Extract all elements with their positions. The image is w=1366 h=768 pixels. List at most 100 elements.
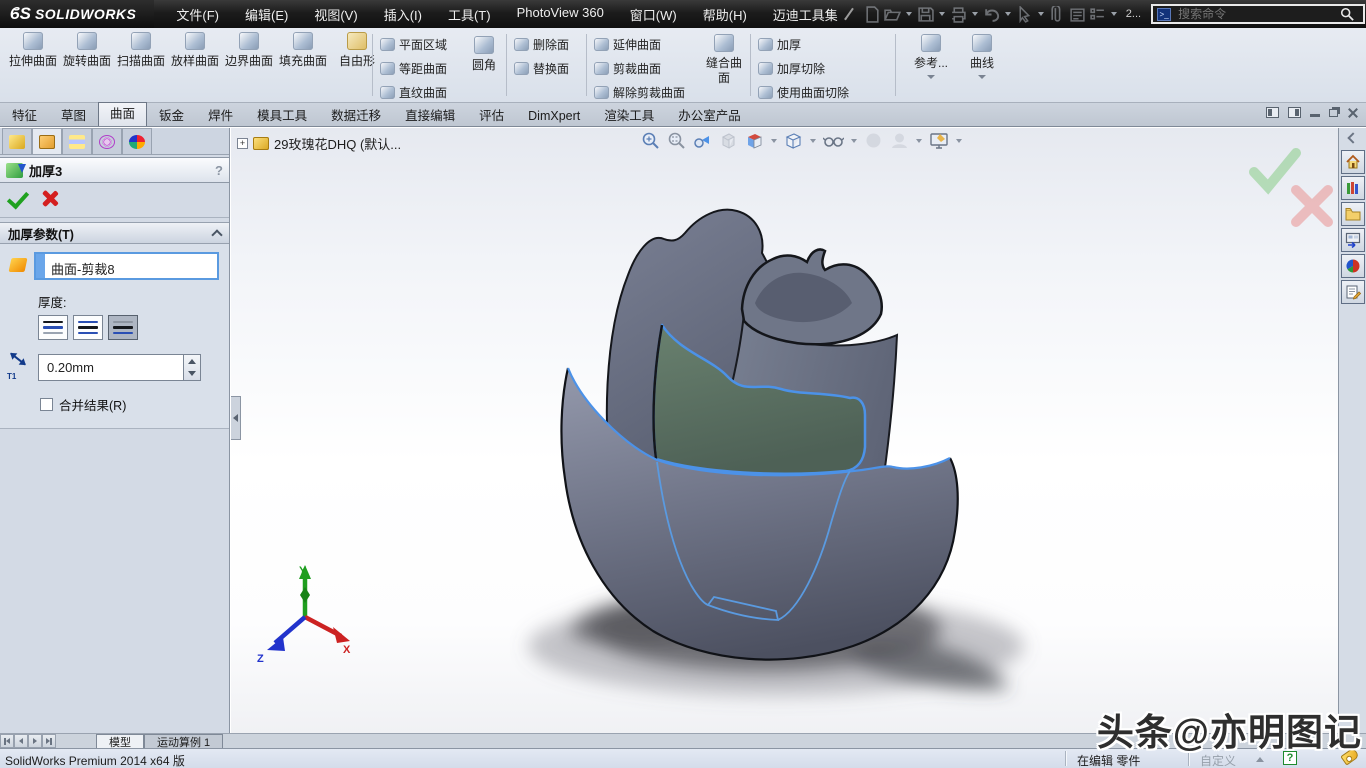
configuration-manager-tab[interactable] [62,128,92,154]
model-tab[interactable]: 模型 [96,734,144,748]
file-explorer-button[interactable] [1341,202,1365,226]
design-library-button[interactable] [1341,176,1365,200]
select-caret-icon[interactable] [1038,12,1044,16]
print-caret-icon[interactable] [972,12,978,16]
apply-scene-icon[interactable] [890,131,909,150]
appearances-button[interactable] [1341,254,1365,278]
lofted-surface-button[interactable]: 放样曲面 [170,32,220,69]
tab-office-products[interactable]: 办公室产品 [666,105,753,126]
options-list-icon[interactable] [1089,6,1106,23]
more-commands-label[interactable]: 2... [1126,8,1141,20]
tab-sheet-metal[interactable]: 钣金 [147,105,196,126]
save-icon[interactable] [917,6,934,23]
cut-with-surface-button[interactable]: 使用曲面切除 [758,84,849,101]
thicken-side2-button[interactable] [108,315,138,340]
new-document-icon[interactable] [864,6,881,23]
edit-appearance-icon[interactable] [864,131,883,150]
zoom-fit-icon[interactable] [641,131,660,150]
open-icon[interactable] [884,6,901,23]
tree-expand-icon[interactable]: + [237,138,248,149]
options-caret-icon[interactable] [1111,12,1117,16]
planar-surface-button[interactable]: 平面区域 [380,36,447,53]
menu-file[interactable]: 文件(F) [176,5,219,24]
previous-view-icon[interactable] [693,131,712,150]
delete-face-button[interactable]: 删除面 [514,36,569,53]
doc-minimize-icon[interactable] [1310,114,1320,117]
pm-help-icon[interactable]: ? [215,163,223,178]
open-caret-icon[interactable] [906,12,912,16]
curves-button[interactable]: 曲线 [962,34,1002,79]
display-manager-tab[interactable] [122,128,152,154]
collapse-pane-left-icon[interactable] [1266,107,1279,118]
menu-tools[interactable]: 工具(T) [448,5,491,24]
freeform-button[interactable]: 自由形 [332,32,382,69]
doc-close-icon[interactable] [1347,107,1358,118]
rose-surface-model[interactable] [231,128,1338,733]
resources-button[interactable] [1341,150,1365,174]
trim-surface-button[interactable]: 剪裁曲面 [594,60,661,77]
custom-properties-button[interactable] [1341,280,1365,304]
doc-restore-icon[interactable] [1329,109,1338,117]
fillet-button[interactable]: 圆角 [464,36,504,73]
undo-caret-icon[interactable] [1005,12,1011,16]
next-tab-button[interactable] [28,734,42,748]
menu-photoview[interactable]: PhotoView 360 [517,5,604,24]
thickened-cut-button[interactable]: 加厚切除 [758,60,825,77]
ok-button[interactable] [7,187,29,210]
menu-window[interactable]: 窗口(W) [630,5,677,24]
tab-sketch[interactable]: 草图 [49,105,98,126]
first-tab-button[interactable] [0,734,14,748]
hide-show-items-icon[interactable] [823,131,844,150]
properties-icon[interactable] [1069,6,1086,23]
view-orientation-caret-icon[interactable] [771,139,777,143]
menu-edit[interactable]: 编辑(E) [245,5,288,24]
offset-surface-button[interactable]: 等距曲面 [380,60,447,77]
tab-weldments[interactable]: 焊件 [196,105,245,126]
thicken-button[interactable]: 加厚 [758,36,801,53]
print-icon[interactable] [950,6,967,23]
revolved-surface-button[interactable]: 旋转曲面 [62,32,112,69]
thicken-parameters-header[interactable]: 加厚参数(T) [0,222,229,244]
tab-render-tools[interactable]: 渲染工具 [592,105,666,126]
motion-study-tab[interactable]: 运动算例 1 [144,734,223,748]
tab-evaluate[interactable]: 评估 [467,105,516,126]
graphics-viewport[interactable]: + 29玫瑰花DHQ (默认... [231,128,1338,733]
collapse-pane-right-icon[interactable] [1288,107,1301,118]
replace-face-button[interactable]: 替换面 [514,60,569,77]
extruded-surface-button[interactable]: 拉伸曲面 [8,32,58,69]
undo-icon[interactable] [983,6,1000,23]
hide-show-caret-icon[interactable] [851,139,857,143]
tab-data-migration[interactable]: 数据迁移 [319,105,393,126]
menu-insert[interactable]: 插入(I) [384,5,422,24]
save-caret-icon[interactable] [939,12,945,16]
display-style-caret-icon[interactable] [810,139,816,143]
confirm-ok-overlay-icon[interactable] [1254,153,1296,187]
menu-pin-icon[interactable] [844,8,854,21]
feature-tree-root[interactable]: + 29玫瑰花DHQ (默认... [237,134,401,153]
menu-maidi-tools[interactable]: 迈迪工具集 [773,5,838,24]
surface-selection-box[interactable]: 曲面-剪裁8 [34,252,219,280]
ruled-surface-button[interactable]: 直纹曲面 [380,84,447,101]
apply-scene-caret-icon[interactable] [916,139,922,143]
panel-splitter-handle[interactable] [231,396,241,440]
tab-dimxpert[interactable]: DimXpert [516,105,592,126]
section-view-icon[interactable] [719,131,738,150]
confirm-cancel-overlay-icon[interactable] [1296,190,1328,222]
prev-tab-button[interactable] [14,734,28,748]
boundary-surface-button[interactable]: 边界曲面 [224,32,274,69]
menu-help[interactable]: 帮助(H) [703,5,747,24]
display-style-icon[interactable] [784,131,803,150]
select-cursor-icon[interactable] [1016,6,1033,23]
merge-result-checkbox[interactable] [40,398,53,411]
extend-surface-button[interactable]: 延伸曲面 [594,36,661,53]
cancel-button[interactable] [42,190,58,206]
untrim-surface-button[interactable]: 解除剪裁曲面 [594,84,685,101]
knit-surface-button[interactable]: 缝合曲面 [702,34,746,86]
menu-view[interactable]: 视图(V) [314,5,357,24]
view-settings-icon[interactable] [929,131,949,150]
spinner-up-button[interactable] [184,355,200,368]
spinner-down-button[interactable] [184,368,200,381]
task-pane-collapse-icon[interactable] [1347,132,1358,143]
property-manager-tab[interactable] [32,128,62,154]
tab-direct-editing[interactable]: 直接编辑 [393,105,467,126]
